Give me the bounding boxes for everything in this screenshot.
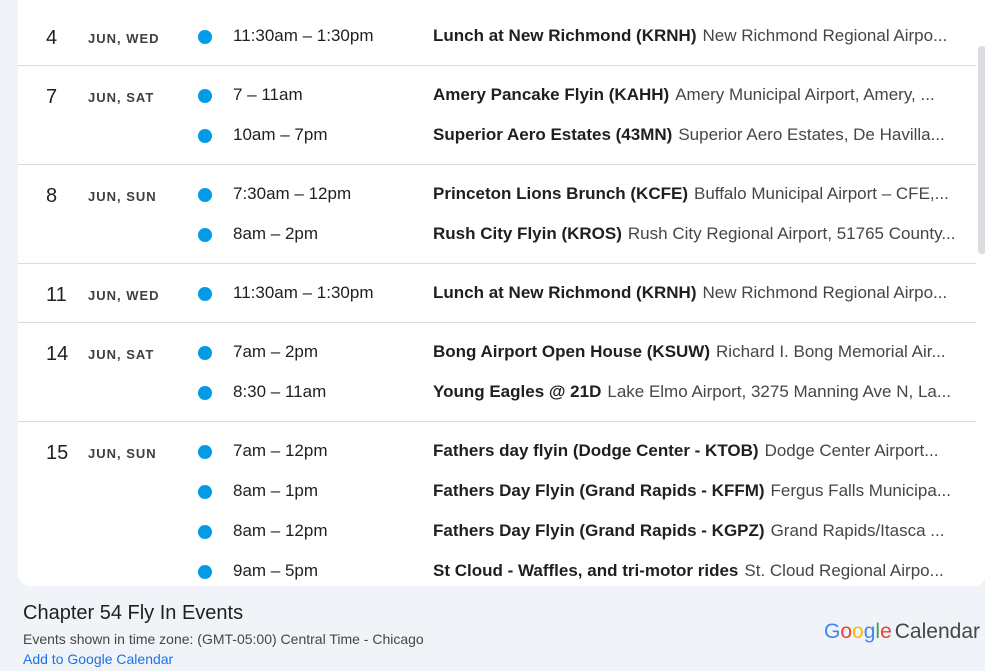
agenda-event[interactable]: 11:30am – 1:30pm Lunch at New Richmond (K…: [18, 16, 976, 56]
event-title: Bong Airport Open House (KSUW): [433, 342, 711, 361]
event-color-dot-icon: [198, 445, 212, 459]
event-title: Amery Pancake Flyin (KAHH): [433, 85, 670, 104]
google-calendar-logo[interactable]: Google Calendar: [824, 620, 980, 644]
event-color-dot-icon: [198, 525, 212, 539]
agenda-day: 4 JUN, WED 11:30am – 1:30pm Lunch at New Ri…: [18, 7, 976, 66]
agenda-event[interactable]: 7:30am – 12pm Princeton Lions Brunch (KCF…: [18, 174, 976, 214]
event-title: Princeton Lions Brunch (KCFE): [433, 184, 688, 203]
timezone-note: Events shown in time zone: (GMT-05:00) C…: [23, 631, 424, 647]
event-color-dot-icon: [198, 30, 212, 44]
event-description: Lunch at New Richmond (KRNH) New Richmond…: [433, 26, 959, 46]
event-location: Lake Elmo Airport, 3275 Manning Ave N, L…: [607, 382, 952, 401]
agenda-day: 7 JUN, SAT 7 – 11am Amery Pancake Flyin (KA…: [18, 66, 976, 165]
agenda-event[interactable]: 8am – 12pm Fathers Day Flyin (Grand Rapid…: [18, 511, 976, 551]
event-time: 8:30 – 11am: [233, 382, 327, 401]
event-description: Fathers Day Flyin (Grand Rapids - KFFM) F…: [433, 481, 959, 501]
agenda-event[interactable]: 7am – 2pm Bong Airport Open House (KSUW) R…: [18, 332, 976, 372]
event-location: New Richmond Regional Airpo...: [702, 26, 948, 45]
event-title: Superior Aero Estates (43MN): [433, 125, 673, 144]
agenda-event[interactable]: 11:30am – 1:30pm Lunch at New Richmond (K…: [18, 273, 976, 313]
agenda-list: 4 JUN, WED 11:30am – 1:30pm Lunch at New Ri…: [18, 7, 976, 586]
logo-letter: o: [840, 620, 853, 643]
agenda-event[interactable]: 8am – 1pm Fathers Day Flyin (Grand Rapids…: [18, 471, 976, 511]
event-color-dot-icon: [198, 89, 212, 103]
event-description: Young Eagles @ 21D Lake Elmo Airport, 327…: [433, 382, 959, 402]
event-description: Lunch at New Richmond (KRNH) New Richmond…: [433, 283, 959, 303]
event-time: 11:30am – 1:30pm: [233, 283, 374, 302]
calendar-title: Chapter 54 Fly In Events: [23, 602, 244, 624]
event-description: Amery Pancake Flyin (KAHH) Amery Municipa…: [433, 85, 959, 105]
event-location: Rush City Regional Airport, 51765 County…: [627, 224, 956, 243]
event-time: 11:30am – 1:30pm: [233, 26, 374, 45]
event-time: 9am – 5pm: [233, 561, 319, 580]
event-color-dot-icon: [198, 129, 212, 143]
event-time: 8am – 1pm: [233, 481, 319, 500]
event-location: Dodge Center Airport...: [764, 441, 939, 460]
event-location: Amery Municipal Airport, Amery, ...: [675, 85, 935, 104]
event-time: 7am – 2pm: [233, 342, 319, 361]
event-location: Fergus Falls Municipa...: [770, 481, 951, 500]
event-title: Lunch at New Richmond (KRNH): [433, 283, 697, 302]
logo-letter: e: [880, 620, 892, 643]
agenda-event[interactable]: 9am – 5pm St Cloud - Waffles, and tri-mot…: [18, 551, 976, 586]
event-title: Young Eagles @ 21D: [433, 382, 602, 401]
agenda-event[interactable]: 10am – 7pm Superior Aero Estates (43MN) Su…: [18, 115, 976, 155]
event-time: 10am – 7pm: [233, 125, 328, 144]
agenda-event[interactable]: 7am – 12pm Fathers day flyin (Dodge Cente…: [18, 431, 976, 471]
event-description: Superior Aero Estates (43MN) Superior Aer…: [433, 125, 959, 145]
event-title: Fathers day flyin (Dodge Center - KTOB): [433, 441, 759, 460]
agenda-day: 11 JUN, WED 11:30am – 1:30pm Lunch at New R…: [18, 264, 976, 323]
event-description: Fathers day flyin (Dodge Center - KTOB) D…: [433, 441, 959, 461]
scrollbar[interactable]: [978, 46, 985, 254]
event-description: Rush City Flyin (KROS) Rush City Regional…: [433, 224, 959, 244]
event-color-dot-icon: [198, 287, 212, 301]
agenda-event[interactable]: 8am – 2pm Rush City Flyin (KROS) Rush City…: [18, 214, 976, 254]
event-time: 8am – 2pm: [233, 224, 319, 243]
event-description: St Cloud - Waffles, and tri-motor rides S…: [433, 561, 959, 581]
event-color-dot-icon: [198, 386, 212, 400]
event-color-dot-icon: [198, 188, 212, 202]
event-time: 7:30am – 12pm: [233, 184, 352, 203]
agenda-day: 15 JUN, SUN 7am – 12pm Fathers day flyin (D…: [18, 422, 976, 586]
event-time: 8am – 12pm: [233, 521, 328, 540]
logo-product-name: Calendar: [894, 620, 980, 643]
event-color-dot-icon: [198, 565, 212, 579]
event-title: Fathers Day Flyin (Grand Rapids - KGPZ): [433, 521, 765, 540]
event-location: New Richmond Regional Airpo...: [702, 283, 948, 302]
agenda-event[interactable]: 8:30 – 11am Young Eagles @ 21D Lake Elmo A…: [18, 372, 976, 412]
event-color-dot-icon: [198, 346, 212, 360]
event-location: Grand Rapids/Itasca ...: [770, 521, 945, 540]
event-color-dot-icon: [198, 485, 212, 499]
event-title: Lunch at New Richmond (KRNH): [433, 26, 697, 45]
event-description: Bong Airport Open House (KSUW) Richard I.…: [433, 342, 959, 362]
event-time: 7 – 11am: [233, 85, 303, 104]
agenda-day: 8 JUN, SUN 7:30am – 12pm Princeton Lions Br…: [18, 165, 976, 264]
event-location: Buffalo Municipal Airport – CFE,...: [694, 184, 949, 203]
event-title: Fathers Day Flyin (Grand Rapids - KFFM): [433, 481, 765, 500]
logo-letter: G: [824, 620, 841, 643]
event-location: Superior Aero Estates, De Havilla...: [678, 125, 945, 144]
event-description: Princeton Lions Brunch (KCFE) Buffalo Mun…: [433, 184, 959, 204]
agenda-day: 14 JUN, SAT 7am – 2pm Bong Airport Open Hou…: [18, 323, 976, 422]
event-title: Rush City Flyin (KROS): [433, 224, 622, 243]
event-location: St. Cloud Regional Airpo...: [744, 561, 944, 580]
event-description: Fathers Day Flyin (Grand Rapids - KGPZ) G…: [433, 521, 959, 541]
logo-letter: g: [863, 620, 876, 643]
event-title: St Cloud - Waffles, and tri-motor rides: [433, 561, 739, 580]
event-color-dot-icon: [198, 228, 212, 242]
event-time: 7am – 12pm: [233, 441, 328, 460]
agenda-event[interactable]: 7 – 11am Amery Pancake Flyin (KAHH) Amery …: [18, 75, 976, 115]
event-location: Richard I. Bong Memorial Air...: [716, 342, 946, 361]
add-to-google-calendar-link[interactable]: Add to Google Calendar: [23, 651, 173, 667]
logo-letter: o: [852, 620, 864, 643]
agenda-panel: 4 JUN, WED 11:30am – 1:30pm Lunch at New Ri…: [18, 0, 985, 586]
